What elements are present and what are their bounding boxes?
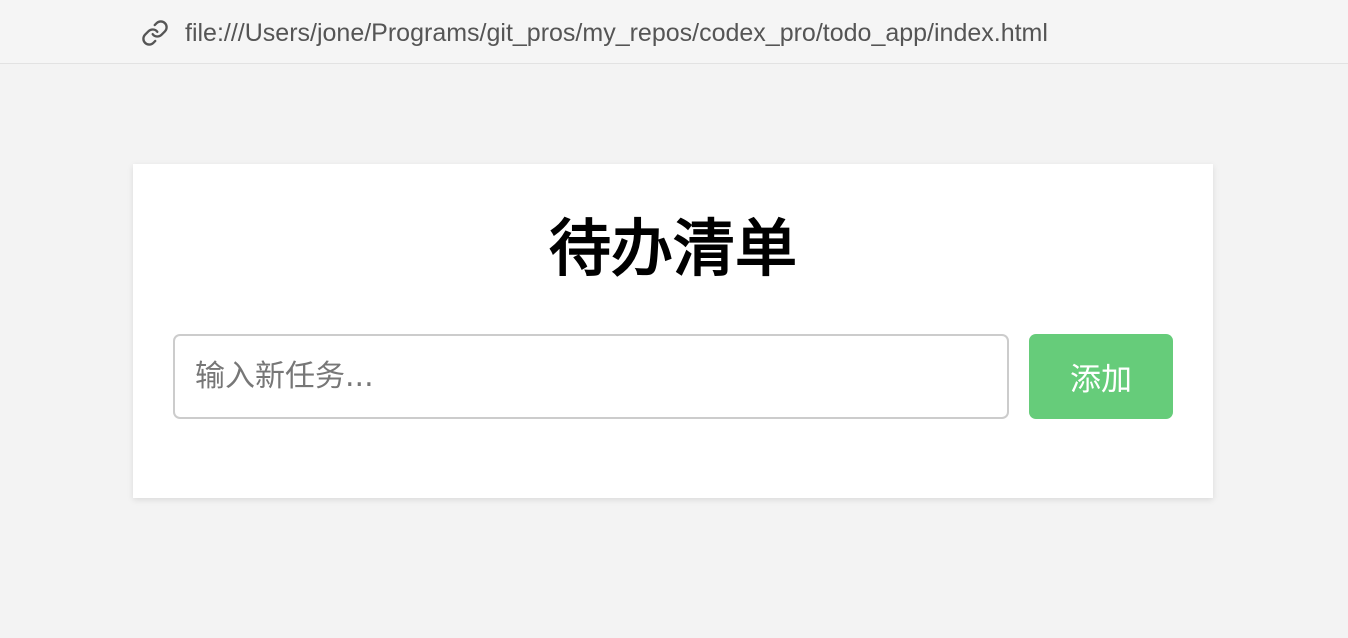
url-text[interactable]: file:///Users/jone/Programs/git_pros/my_… — [185, 17, 1048, 49]
link-icon — [141, 19, 169, 47]
new-task-input[interactable] — [173, 334, 1009, 419]
page-title: 待办清单 — [548, 212, 797, 285]
address-bar: file:///Users/jone/Programs/git_pros/my_… — [0, 0, 1348, 64]
add-button[interactable]: 添加 — [1029, 334, 1173, 419]
todo-card: 待办清单 添加 — [133, 164, 1213, 498]
